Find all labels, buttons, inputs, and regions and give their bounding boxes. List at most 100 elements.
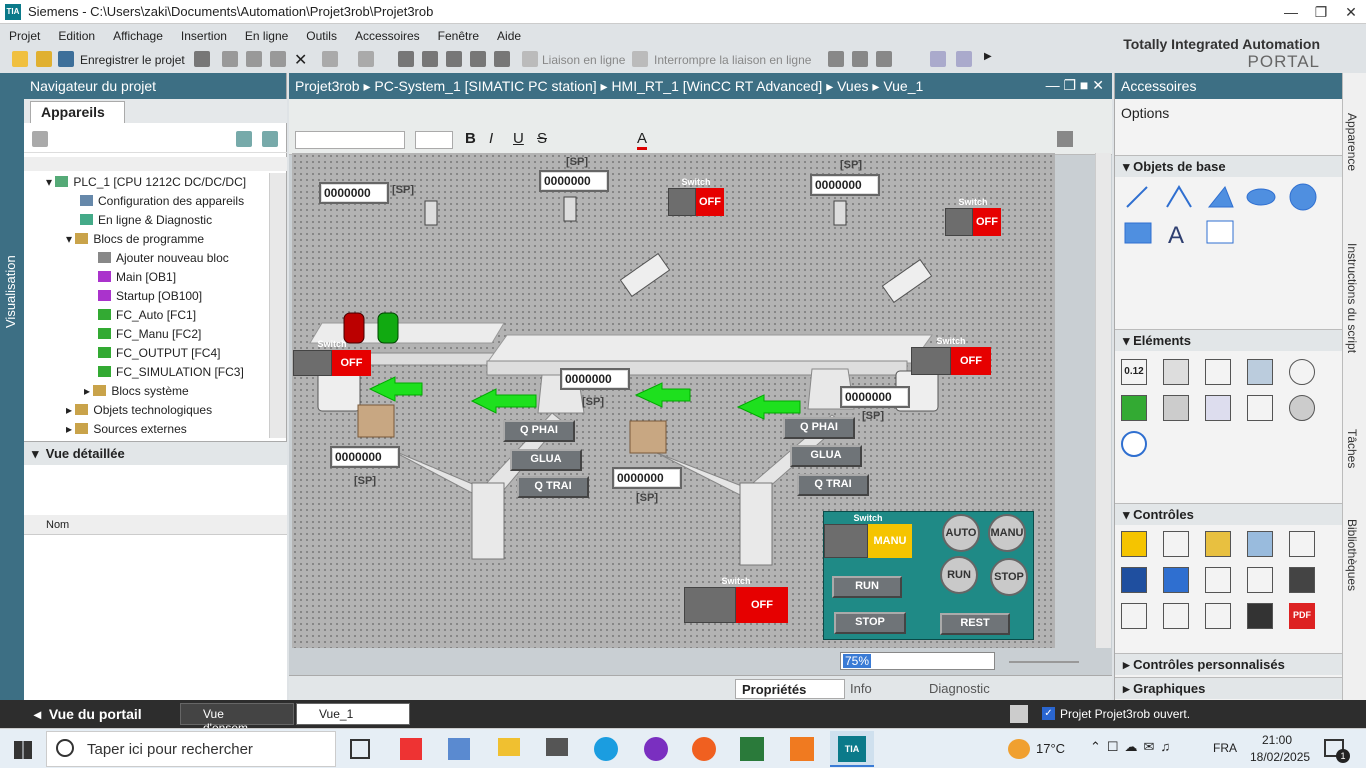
language-indicator[interactable]: FRA — [1213, 741, 1237, 755]
menu-projet[interactable]: Projet — [0, 25, 49, 47]
date-time-icon[interactable] — [1289, 359, 1315, 385]
go-online-button[interactable]: Liaison en ligne — [542, 53, 625, 67]
vtab-apparence[interactable]: Apparence — [1345, 113, 1359, 171]
tree-tech-objects[interactable]: ▸ Objets technologiques — [66, 403, 212, 422]
io-field-icon[interactable]: 0.12 — [1121, 359, 1147, 385]
stop-sim-icon[interactable] — [876, 51, 892, 67]
start-sim-icon[interactable] — [852, 51, 868, 67]
stop-button[interactable]: STOP — [834, 612, 906, 634]
restore-button[interactable]: ❐ — [1306, 2, 1336, 22]
mail-icon[interactable] — [546, 738, 568, 756]
run-round-button[interactable]: RUN — [940, 556, 978, 594]
editor-window-controls[interactable]: — ❐ ■ ✕ — [1046, 77, 1104, 94]
vtab-instructions[interactable]: Instructions du script — [1345, 243, 1359, 353]
q-trai-button-right[interactable]: Q TRAI — [797, 474, 869, 496]
font-select[interactable] — [295, 131, 405, 149]
gauge-icon[interactable] — [1289, 395, 1315, 421]
canvas-scrollbar[interactable] — [1095, 153, 1111, 648]
taskbar-search[interactable]: Taper ici pour rechercher — [46, 731, 336, 767]
switch-2[interactable]: Switch OFF — [945, 197, 1001, 236]
vtab-bibliotheques[interactable]: Bibliothèques — [1345, 519, 1359, 591]
status-force-icon[interactable] — [1247, 567, 1273, 593]
task-view-icon[interactable] — [350, 739, 370, 759]
tree-add-block[interactable]: Ajouter nouveau bloc — [98, 251, 229, 270]
split-horizontal-icon[interactable] — [930, 51, 946, 67]
app-purple-icon[interactable] — [644, 737, 668, 761]
tab-info[interactable]: Info — [850, 681, 872, 696]
tree-plc1[interactable]: ▾ PLC_1 [CPU 1212C DC/DC/DC] — [46, 175, 246, 194]
value-field-7[interactable]: 0000000 — [612, 467, 682, 489]
switch-3[interactable]: Switch OFF — [293, 339, 371, 376]
media-player-icon[interactable] — [1163, 567, 1189, 593]
value-field-2[interactable]: 0000000 — [539, 170, 609, 192]
run-button[interactable]: RUN — [832, 576, 902, 598]
switch-1[interactable]: Switch OFF — [668, 177, 724, 216]
new-project-icon[interactable] — [12, 51, 28, 67]
app-network-icon[interactable] — [448, 738, 470, 760]
pdf-view-icon[interactable]: PDF — [1289, 603, 1315, 629]
user-view-icon[interactable] — [1205, 531, 1231, 557]
tree-startup-ob100[interactable]: Startup [OB100] — [98, 289, 202, 308]
open-project-icon[interactable] — [36, 51, 52, 67]
strikethrough-button[interactable]: S — [537, 130, 547, 147]
download-icon[interactable] — [422, 51, 438, 67]
print-icon[interactable] — [194, 51, 210, 67]
undo-icon[interactable] — [322, 51, 338, 67]
cut-icon[interactable] — [222, 51, 238, 67]
section-controls[interactable]: ▾ Contrôles — [1115, 503, 1343, 525]
tree-fc-simulation[interactable]: FC_SIMULATION [FC3] — [98, 365, 244, 384]
plc-code-viewer-icon[interactable] — [1289, 567, 1315, 593]
underline-button[interactable]: U — [513, 130, 524, 147]
menu-affichage[interactable]: Affichage — [104, 25, 172, 47]
bold-button[interactable]: B — [465, 130, 476, 147]
sm-view-icon[interactable] — [1121, 567, 1147, 593]
symbolic-io-icon[interactable] — [1205, 359, 1231, 385]
tab-appareils[interactable]: Appareils — [30, 101, 125, 123]
compile-icon[interactable] — [470, 51, 486, 67]
go-online-icon[interactable] — [522, 51, 538, 67]
delete-icon[interactable]: ✕ — [294, 50, 307, 70]
tree-main-ob1[interactable]: Main [OB1] — [98, 270, 176, 289]
app-green-icon[interactable] — [740, 737, 764, 761]
app-anydesk-icon[interactable] — [400, 738, 422, 760]
portal-view-button[interactable]: ◂ Vue du portail — [34, 706, 142, 723]
font-color-button[interactable]: A — [637, 130, 648, 150]
zoom-slider[interactable] — [1009, 661, 1079, 663]
vtab-taches[interactable]: Tâches — [1345, 429, 1359, 468]
tree-program-blocks[interactable]: ▾ Blocs de programme — [66, 232, 204, 251]
tree-system-blocks[interactable]: ▸ Blocs système — [84, 384, 189, 403]
switch-4[interactable]: Switch OFF — [911, 336, 991, 375]
tree-fc-auto[interactable]: FC_Auto [FC1] — [98, 308, 196, 327]
save-project-button[interactable]: Enregistrer le projet — [80, 53, 185, 67]
rest-button[interactable]: REST — [940, 613, 1010, 635]
split-editor-icon[interactable] — [398, 51, 414, 67]
tree-online-diag[interactable]: En ligne & Diagnostic — [80, 213, 212, 232]
section-elements[interactable]: ▾ Eléments — [1115, 329, 1343, 351]
upload-icon[interactable] — [446, 51, 462, 67]
tree-fc-output[interactable]: FC_OUTPUT [FC4] — [98, 346, 220, 365]
graphic-io-icon[interactable] — [1247, 359, 1273, 385]
split-vertical-icon[interactable] — [956, 51, 972, 67]
weather-icon[interactable] — [1008, 739, 1030, 759]
minimize-button[interactable]: — — [1276, 2, 1306, 22]
redo-icon[interactable] — [358, 51, 374, 67]
visualisation-vtab[interactable]: Visualisation — [0, 73, 24, 700]
fx-trend-icon[interactable] — [1205, 567, 1231, 593]
camera-control-icon[interactable] — [1247, 603, 1273, 629]
menu-outils[interactable]: Outils — [297, 25, 346, 47]
stop-round-button[interactable]: STOP — [990, 558, 1028, 596]
slider-icon[interactable] — [1247, 395, 1273, 421]
clock-icon[interactable] — [1121, 431, 1147, 457]
q-phai-button-left[interactable]: Q PHAI — [503, 420, 575, 442]
menu-accessoires[interactable]: Accessoires — [346, 25, 429, 47]
zoom-tool-icon[interactable] — [1057, 131, 1073, 147]
font-size-select[interactable] — [415, 131, 453, 149]
firefox-icon[interactable] — [692, 737, 716, 761]
tree-external-sources[interactable]: ▸ Sources externes — [66, 422, 187, 441]
menu-fenetre[interactable]: Fenêtre — [429, 25, 488, 47]
runtime-icon[interactable] — [494, 51, 510, 67]
menu-aide[interactable]: Aide — [488, 25, 530, 47]
copy-icon[interactable] — [246, 51, 262, 67]
value-field-1[interactable]: 0000000 — [319, 182, 389, 204]
recipe-view-icon[interactable] — [1289, 531, 1315, 557]
